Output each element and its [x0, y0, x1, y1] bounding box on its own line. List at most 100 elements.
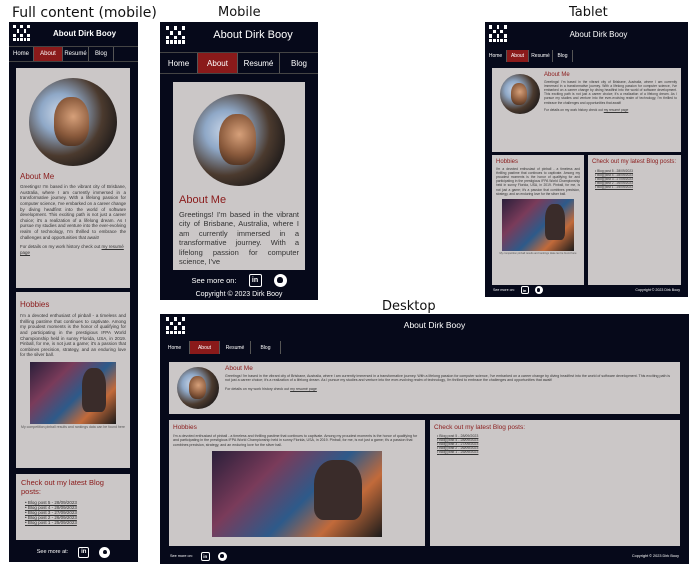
full-mobile-frame: About Dirk Booy Home About Resumé Blog A…: [9, 22, 138, 562]
blog-link-1[interactable]: • Blog post 1 - 25/09/2023: [25, 520, 125, 525]
blog-list: • Blog post 5 - 28/09/2023 • Blog post 4…: [21, 500, 125, 525]
linkedin-icon[interactable]: in: [520, 286, 529, 294]
pinball-photo: [212, 451, 382, 538]
nav-bar: Home About Resumé Blog: [9, 46, 138, 62]
site-title: About Dirk Booy: [569, 29, 628, 39]
hobbies-text: I'm a devoted enthusiast of pinball - a …: [496, 167, 580, 196]
see-more-label: See more on:: [170, 554, 193, 558]
about-card: About Me Greetings! I'm based in the vib…: [169, 362, 680, 414]
avatar: [500, 74, 540, 114]
photo-caption: My competition pinball results and ranki…: [21, 425, 125, 429]
site-title: About Dirk Booy: [403, 320, 466, 330]
github-icon[interactable]: [273, 273, 287, 287]
hobbies-card: Hobbies I'm a devoted enthusiast of pinb…: [492, 155, 584, 285]
logo-icon[interactable]: [166, 26, 185, 44]
nav-bar: Home About Resumé Blog: [160, 52, 318, 74]
hobbies-text: I'm a devoted enthusiast of pinball - a …: [173, 434, 418, 447]
resume-link[interactable]: my resumé page: [290, 387, 317, 391]
blog-heading: Check out my latest Blog posts:: [21, 478, 104, 496]
github-icon[interactable]: [534, 286, 543, 294]
nav-resume[interactable]: Resumé: [529, 50, 553, 62]
avatar: [177, 367, 219, 409]
nav-about[interactable]: About: [190, 341, 220, 354]
nav-home[interactable]: Home: [160, 53, 198, 73]
footer: See more on: in Copyright © 2023 Dirk Bo…: [160, 550, 689, 562]
copyright: Copyright © 2023 Dirk Booy: [635, 288, 680, 292]
logo-icon[interactable]: [489, 25, 507, 42]
mobile-frame: About Dirk Booy Home About Resumé Blog A…: [160, 22, 318, 300]
pinball-photo: [502, 198, 574, 251]
hobbies-card: Hobbies I'm a devoted enthusiast of pinb…: [169, 420, 425, 546]
nav-blog[interactable]: Blog: [553, 50, 573, 62]
resume-link[interactable]: my resumé page: [604, 108, 629, 112]
header: About Dirk Booy: [160, 314, 689, 336]
nav-home[interactable]: Home: [9, 47, 34, 61]
nav-bar: Home About Resumé Blog: [160, 341, 689, 354]
blog-list: • Blog post 5 - 28/09/2023 • Blog post 4…: [434, 434, 676, 454]
nav-blog[interactable]: Blog: [251, 341, 281, 354]
logo-icon[interactable]: [13, 25, 30, 41]
header: About Dirk Booy: [485, 22, 688, 46]
linkedin-icon[interactable]: in: [200, 551, 210, 561]
linkedin-icon[interactable]: in: [248, 273, 262, 287]
about-heading: About Me: [179, 194, 227, 206]
see-more-label: See more at:: [36, 549, 69, 555]
desktop-frame: About Dirk Booy Home About Resumé Blog A…: [160, 314, 689, 564]
github-icon[interactable]: [99, 546, 111, 558]
logo-icon[interactable]: [166, 317, 185, 334]
about-text: Greetings! I'm based in the vibrant city…: [20, 184, 126, 240]
caption-tablet: Tablet: [569, 5, 608, 20]
caption-mobile: Mobile: [218, 5, 261, 20]
about-text: Greetings! I'm based in the vibrant city…: [179, 210, 299, 266]
nav-about[interactable]: About: [198, 53, 238, 73]
header: About Dirk Booy: [9, 22, 138, 44]
nav-about[interactable]: About: [507, 50, 529, 62]
copyright: Copyright © 2023 Dirk Booy: [195, 290, 283, 298]
avatar: [29, 78, 117, 166]
nav-bar: Home About Resumé Blog: [485, 50, 688, 62]
hobbies-heading: Hobbies: [496, 159, 519, 165]
blog-card: Check out my latest Blog posts: • Blog p…: [16, 474, 130, 540]
work-history-text: For details on my work history check out…: [20, 244, 124, 255]
avatar: [193, 94, 285, 186]
about-card: About Me Greetings! I'm based in the vib…: [16, 68, 130, 288]
work-history-text: For details on my work history check out…: [225, 386, 317, 391]
nav-about[interactable]: About: [34, 47, 63, 61]
nav-blog[interactable]: Blog: [280, 53, 318, 73]
nav-resume[interactable]: Resumé: [63, 47, 89, 61]
blog-list: • Blog post 5 - 28/09/2023 • Blog post 4…: [592, 169, 677, 189]
blog-card: Check out my latest Blog posts: • Blog p…: [430, 420, 680, 546]
footer: See more on: in: [160, 272, 318, 288]
blog-link-1[interactable]: • Blog post 1 - 25/09/2023: [437, 450, 676, 454]
nav-home[interactable]: Home: [160, 341, 190, 354]
hobbies-text: I'm a devoted enthusiast of pinball - a …: [20, 313, 126, 358]
caption-full: Full content (mobile): [12, 5, 157, 21]
nav-resume[interactable]: Resumé: [220, 341, 251, 354]
photo-caption: My competition pinball results and ranki…: [499, 251, 577, 255]
about-card: About Me Greetings! I'm based in the vib…: [173, 82, 305, 270]
pinball-photo: [30, 362, 116, 424]
linkedin-icon[interactable]: in: [78, 546, 90, 558]
tablet-frame: About Dirk Booy Home About Resumé Blog A…: [485, 22, 688, 297]
about-text: Greetings! I'm based in the vibrant city…: [544, 80, 677, 105]
see-more-label: See more on:: [191, 275, 237, 285]
work-history-text: For details on my work history check out…: [544, 107, 629, 112]
nav-resume[interactable]: Resumé: [238, 53, 280, 73]
blog-card: Check out my latest Blog posts: • Blog p…: [588, 155, 681, 285]
nav-home[interactable]: Home: [485, 50, 507, 62]
blog-heading: Check out my latest Blog posts:: [592, 159, 677, 165]
github-icon[interactable]: [217, 551, 227, 561]
header: About Dirk Booy: [160, 22, 318, 48]
about-heading: About Me: [20, 172, 55, 181]
about-card: About Me Greetings! I'm based in the vib…: [492, 68, 681, 152]
hobbies-heading: Hobbies: [173, 424, 197, 431]
about-heading: About Me: [544, 72, 570, 78]
nav-blog[interactable]: Blog: [89, 47, 114, 61]
see-more-label: See more on:: [493, 288, 515, 292]
blog-link-1[interactable]: • Blog post 1 - 25/09/2023: [595, 185, 677, 189]
caption-desktop: Desktop: [382, 299, 436, 314]
blog-heading: Check out my latest Blog posts:: [434, 424, 526, 431]
footer: See more at: in: [9, 544, 138, 560]
hobbies-card: Hobbies I'm a devoted enthusiast of pinb…: [16, 292, 130, 468]
copyright: Copyright © 2023 Dirk Booy: [631, 554, 679, 558]
